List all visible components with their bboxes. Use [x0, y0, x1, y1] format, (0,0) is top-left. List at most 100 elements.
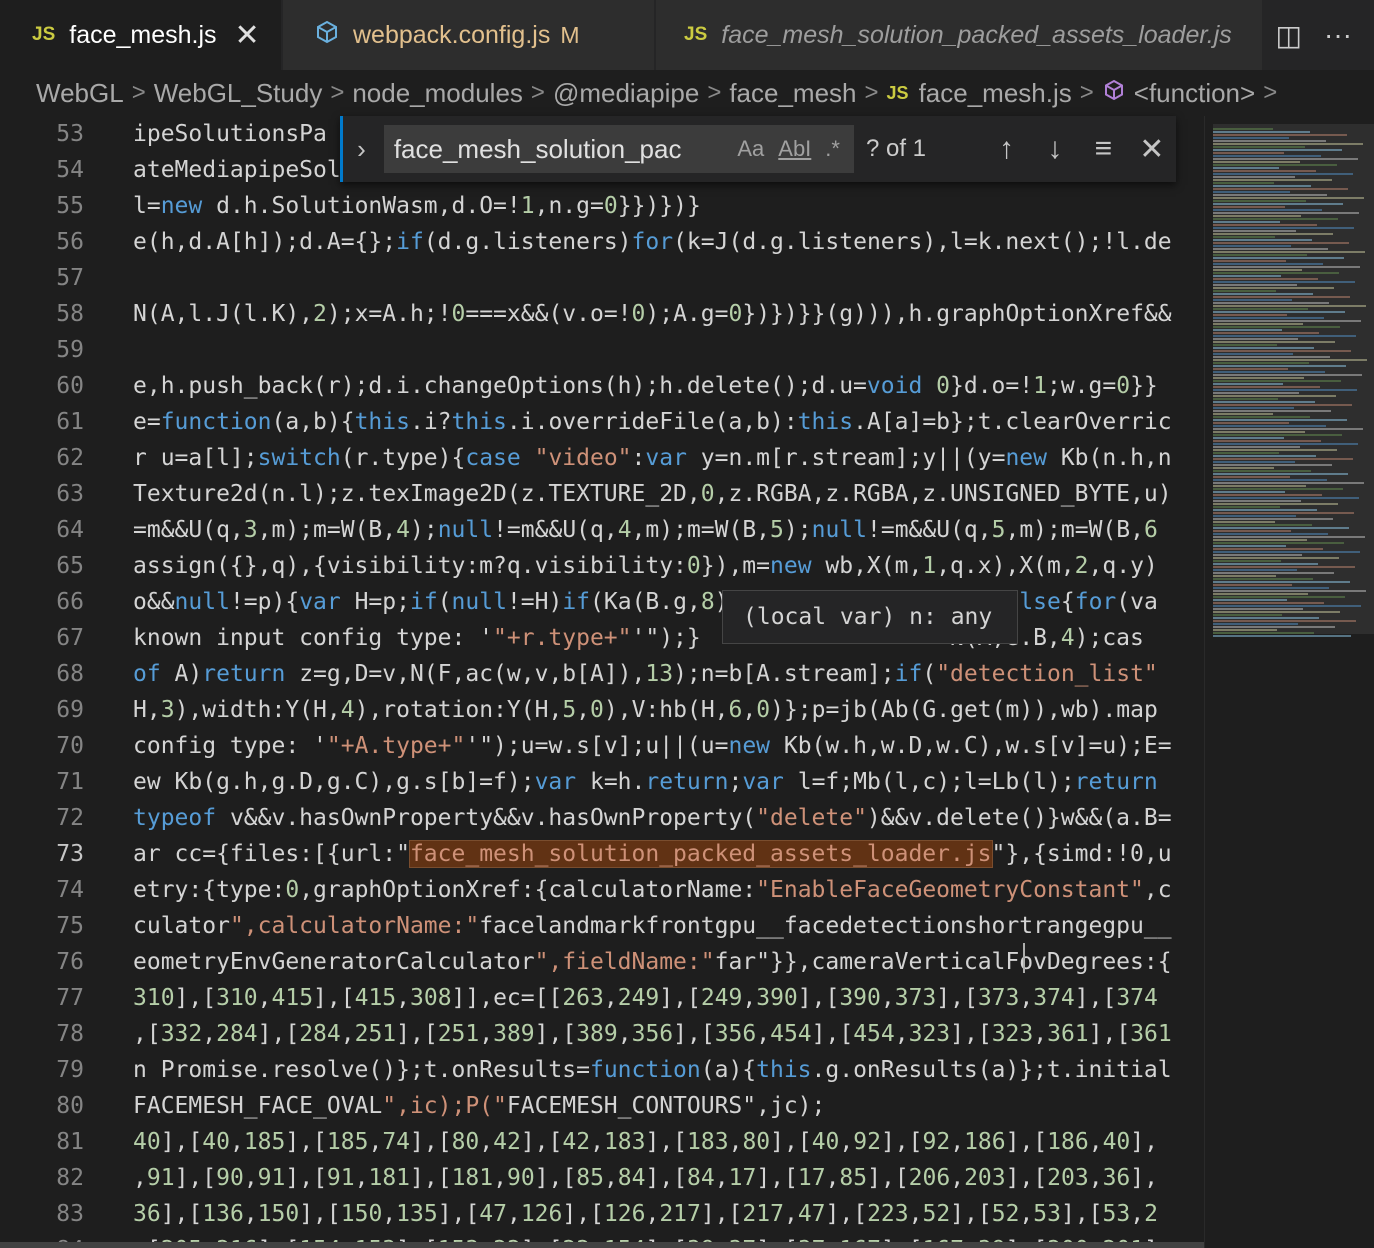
match-case-icon[interactable]: Aa	[737, 136, 764, 162]
minimap-line	[1213, 173, 1353, 175]
minimap-line	[1213, 293, 1313, 295]
minimap-line	[1213, 479, 1327, 481]
next-match-icon[interactable]: ↓	[1031, 132, 1079, 166]
find-in-selection-icon[interactable]: ≡	[1079, 132, 1127, 166]
minimap-line	[1213, 461, 1295, 463]
code-text[interactable]: 310],[310,415],[415,308]],ec=[[263,249],…	[133, 980, 1158, 1016]
tab-face-mesh-js[interactable]: JS face_mesh.js ✕	[0, 0, 282, 70]
code-line[interactable]: 77 310],[310,415],[415,308]],ec=[[263,249…	[0, 980, 1204, 1016]
code-text[interactable]: assign({},q),{visibility:m?q.visibility:…	[133, 548, 1158, 584]
minimap-line	[1213, 221, 1280, 223]
code-line[interactable]: 66 o&&null!=p){var H=p;if(null!=H)if(Ka(B…	[0, 584, 1204, 620]
code-text[interactable]: ,[332,284],[284,251],[251,389],[389,356]…	[133, 1016, 1172, 1052]
code-text[interactable]: =m&&U(q,3,m);m=W(B,4);null!=m&&U(q,4,m);…	[133, 512, 1158, 548]
line-number: 64	[56, 517, 84, 543]
minimap-line	[1213, 254, 1307, 256]
code-line[interactable]: 65 assign({},q),{visibility:m?q.visibilit…	[0, 548, 1204, 584]
code-line[interactable]: 67 known input config type: '"+r.type+"'"…	[0, 620, 1204, 656]
code-line[interactable]: 58 N(A,l.J(l.K),2);x=A.h;!0===x&&(v.o=!0)…	[0, 296, 1204, 332]
code-line[interactable]: 69 H,3),width:Y(H,4),rotation:Y(H,5,0),V:…	[0, 692, 1204, 728]
code-text[interactable]: ar cc={files:[{url:"face_mesh_solution_p…	[133, 836, 1172, 872]
minimap-line	[1213, 212, 1359, 214]
code-text[interactable]: N(A,l.J(l.K),2);x=A.h;!0===x&&(v.o=!0);A…	[133, 296, 1172, 332]
split-editor-icon[interactable]: ◫	[1276, 19, 1302, 52]
code-text[interactable]: e=function(a,b){this.i?this.i.overrideFi…	[133, 404, 1172, 440]
code-line[interactable]: 75 culator",calculatorName:"facelandmarkf…	[0, 908, 1204, 944]
code-text[interactable]: Texture2d(n.l);z.texImage2D(z.TEXTURE_2D…	[133, 476, 1172, 512]
code-text[interactable]: eometryEnvGeneratorCalculator",fieldName…	[133, 944, 1172, 980]
find-input[interactable]: face_mesh_solution_pac Aa AbI .*	[383, 125, 854, 173]
minimap-line	[1213, 314, 1287, 316]
code-text[interactable]: ateMediapipeSol	[133, 152, 341, 188]
minimap-line	[1213, 443, 1358, 445]
breadcrumb-item[interactable]: WebGL	[36, 78, 124, 109]
code-line[interactable]: 56 e(h,d.A[h]);d.A={};if(d.g.listeners)fo…	[0, 224, 1204, 260]
code-text[interactable]: H,3),width:Y(H,4),rotation:Y(H,5,0),V:hb…	[133, 692, 1158, 728]
minimap-line	[1213, 389, 1357, 391]
regex-icon[interactable]: .*	[825, 136, 840, 162]
previous-match-icon[interactable]: ↑	[982, 132, 1030, 166]
tab-assets-loader[interactable]: JS face_mesh_solution_packed_assets_load…	[656, 0, 1268, 70]
code-line[interactable]: 74 etry:{type:0,graphOptionXref:{calculat…	[0, 872, 1204, 908]
code-text[interactable]: FACEMESH_FACE_OVAL",ic);P("FACEMESH_CONT…	[133, 1088, 825, 1124]
breadcrumb-file[interactable]: face_mesh.js	[919, 78, 1072, 109]
code-text[interactable]: etry:{type:0,graphOptionXref:{calculator…	[133, 872, 1172, 908]
code-line[interactable]: 61 e=function(a,b){this.i?this.i.override…	[0, 404, 1204, 440]
code-line[interactable]: 63 Texture2d(n.l);z.texImage2D(z.TEXTURE_…	[0, 476, 1204, 512]
code-text[interactable]: ,91],[90,91],[91,181],[181,90],[85,84],[…	[133, 1160, 1158, 1196]
code-line[interactable]: 62 r u=a[l];switch(r.type){case "video":v…	[0, 440, 1204, 476]
more-actions-icon[interactable]: ···	[1324, 19, 1352, 51]
code-text[interactable]: e,h.push_back(r);d.i.changeOptions(h);h.…	[133, 368, 1158, 404]
code-text[interactable]: of A)return z=g,D=v,N(F,ac(w,v,b[A]),13)…	[133, 656, 1158, 692]
code-line[interactable]: 73 ar cc={files:[{url:"face_mesh_solution…	[0, 836, 1204, 872]
code-text[interactable]: 40],[40,185],[185,74],[80,42],[42,183],[…	[133, 1124, 1158, 1160]
code-line[interactable]: 59	[0, 332, 1204, 368]
code-text[interactable]: culator",calculatorName:"facelandmarkfro…	[133, 908, 1172, 944]
minimap-line	[1213, 341, 1335, 343]
code-text[interactable]: 36],[136,150],[150,135],[47,126],[126,21…	[133, 1196, 1158, 1232]
code-line[interactable]: 82 ,91],[90,91],[91,181],[181,90],[85,84]…	[0, 1160, 1204, 1196]
code-line[interactable]: 55 l=new d.h.SolutionWasm,d.O=!1,n.g=0}})…	[0, 188, 1204, 224]
code-line[interactable]: 80 FACEMESH_FACE_OVAL",ic);P("FACEMESH_CO…	[0, 1088, 1204, 1124]
code-text[interactable]: ipeSolutionsPa	[133, 116, 327, 152]
code-line[interactable]: 70 config type: '"+A.type+"'");u=w.s[v];u…	[0, 728, 1204, 764]
code-text[interactable]: ew Kb(g.h,g.D,g.C),g.s[b]=f);var k=h.ret…	[133, 764, 1158, 800]
breadcrumb-symbol[interactable]: <function>	[1134, 78, 1255, 109]
close-find-icon[interactable]: ✕	[1128, 132, 1176, 167]
minimap-line	[1213, 239, 1312, 241]
minimap-line	[1213, 323, 1303, 325]
code-text[interactable]: e(h,d.A[h]);d.A={};if(d.g.listeners)for(…	[133, 224, 1172, 260]
minimap[interactable]	[1204, 116, 1374, 1248]
code-text[interactable]: typeof v&&v.hasOwnProperty&&v.hasOwnProp…	[133, 800, 1172, 836]
code-editor[interactable]: 53 ipeSolutionsPa 54 ateMediapipeSol 55 l=new…	[0, 116, 1204, 1248]
close-icon[interactable]: ✕	[235, 18, 260, 53]
code-line[interactable]: 79 n Promise.resolve()};t.onResults=funct…	[0, 1052, 1204, 1088]
minimap-line	[1213, 593, 1308, 595]
toggle-replace-icon[interactable]: ›	[340, 116, 380, 182]
minimap-line	[1213, 587, 1329, 589]
code-line[interactable]: 78 ,[332,284],[284,251],[251,389],[389,35…	[0, 1016, 1204, 1052]
breadcrumb-item[interactable]: node_modules	[352, 78, 523, 109]
code-line[interactable]: 72 typeof v&&v.hasOwnProperty&&v.hasOwnPr…	[0, 800, 1204, 836]
code-line[interactable]: 57	[0, 260, 1204, 296]
code-text[interactable]: r u=a[l];switch(r.type){case "video":var…	[133, 440, 1172, 476]
minimap-line	[1213, 485, 1306, 487]
find-input-value[interactable]: face_mesh_solution_pac	[394, 134, 738, 165]
code-text[interactable]: l=new d.h.SolutionWasm,d.O=!1,n.g=0}})})…	[133, 188, 701, 224]
code-line[interactable]: 64 =m&&U(q,3,m);m=W(B,4);null!=m&&U(q,4,m…	[0, 512, 1204, 548]
code-line[interactable]: 83 36],[136,150],[150,135],[47,126],[126,…	[0, 1196, 1204, 1232]
horizontal-scrollbar[interactable]	[0, 1242, 1204, 1248]
line-number: 82	[56, 1165, 84, 1191]
breadcrumb-item[interactable]: @mediapipe	[553, 78, 699, 109]
code-line[interactable]: 81 40],[40,185],[185,74],[80,42],[42,183]…	[0, 1124, 1204, 1160]
code-line[interactable]: 71 ew Kb(g.h,g.D,g.C),g.s[b]=f);var k=h.r…	[0, 764, 1204, 800]
code-line[interactable]: 60 e,h.push_back(r);d.i.changeOptions(h);…	[0, 368, 1204, 404]
breadcrumb-item[interactable]: WebGL_Study	[154, 78, 323, 109]
match-whole-word-icon[interactable]: AbI	[778, 136, 811, 162]
code-line[interactable]: 68 of A)return z=g,D=v,N(F,ac(w,v,b[A]),1…	[0, 656, 1204, 692]
code-text[interactable]: n Promise.resolve()};t.onResults=functio…	[133, 1052, 1172, 1088]
code-text[interactable]: config type: '"+A.type+"'");u=w.s[v];u||…	[133, 728, 1172, 764]
tab-webpack-config[interactable]: webpack.config.js M	[283, 0, 655, 70]
minimap-line	[1213, 197, 1364, 199]
breadcrumb-item[interactable]: face_mesh	[729, 78, 856, 109]
